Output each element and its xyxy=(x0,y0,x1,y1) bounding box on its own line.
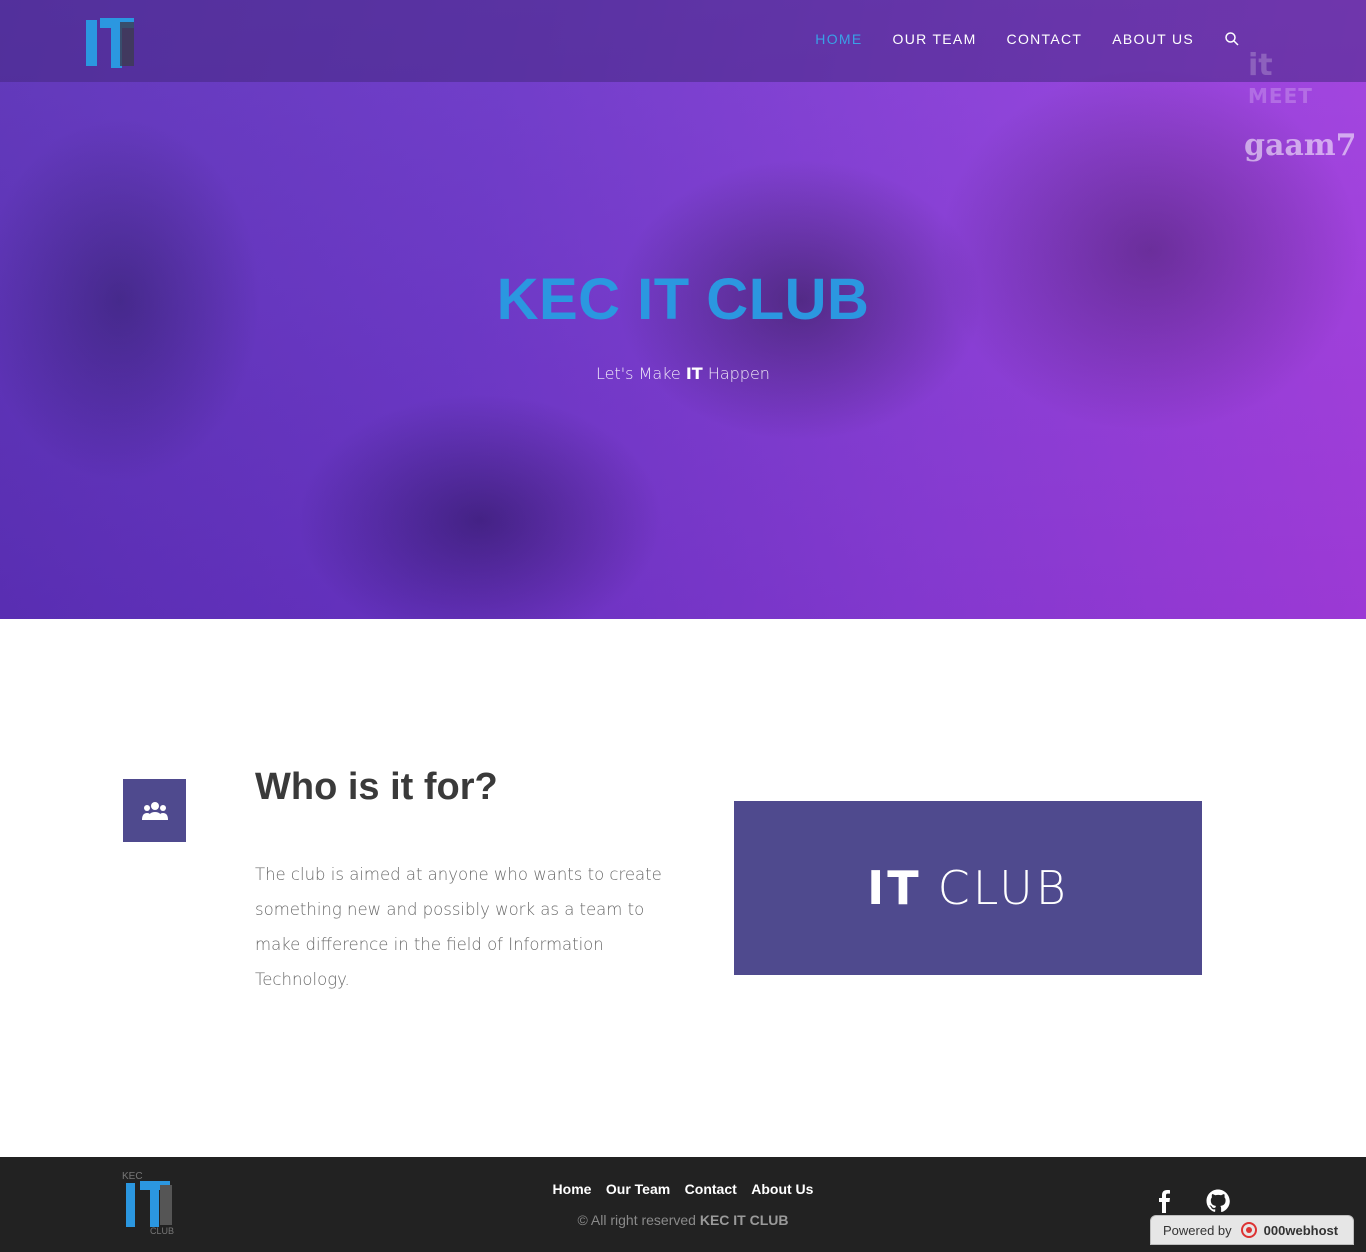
main-nav: HOME OUR TEAM CONTACT ABOUT US xyxy=(785,31,1240,47)
hero-subtitle: Let's Make IT Happen xyxy=(596,364,770,383)
facebook-icon[interactable] xyxy=(1156,1189,1172,1213)
users-icon xyxy=(123,779,186,842)
nav-contact[interactable]: CONTACT xyxy=(1007,31,1083,47)
footer-link-our-team[interactable]: Our Team xyxy=(606,1181,670,1197)
footer-link-contact[interactable]: Contact xyxy=(685,1181,737,1197)
footer-link-about-us[interactable]: About Us xyxy=(751,1181,813,1197)
footer-link-home[interactable]: Home xyxy=(553,1181,592,1197)
navbar: HOME OUR TEAM CONTACT ABOUT US xyxy=(0,0,1366,82)
site-logo[interactable] xyxy=(84,14,140,74)
powered-by-badge[interactable]: Powered by 000webhost xyxy=(1150,1215,1354,1245)
hero-section: HOME OUR TEAM CONTACT ABOUT US it MEET g… xyxy=(0,0,1366,619)
search-icon[interactable] xyxy=(1224,31,1240,47)
it-meet-badge: it MEET xyxy=(1248,48,1313,108)
nav-our-team[interactable]: OUR TEAM xyxy=(893,31,977,47)
feature-title: Who is it for? xyxy=(255,766,498,808)
it-club-banner: IT CLUB xyxy=(734,801,1202,975)
github-icon[interactable] xyxy=(1206,1189,1230,1213)
webhost-logo-icon xyxy=(1240,1222,1257,1238)
nav-about-us[interactable]: ABOUT US xyxy=(1112,31,1194,47)
nav-home[interactable]: HOME xyxy=(815,31,862,47)
hero-title: KEC IT CLUB xyxy=(496,267,870,332)
feature-description: The club is aimed at anyone who wants to… xyxy=(255,865,662,989)
gaam7-badge: gaam7 xyxy=(1244,128,1357,163)
